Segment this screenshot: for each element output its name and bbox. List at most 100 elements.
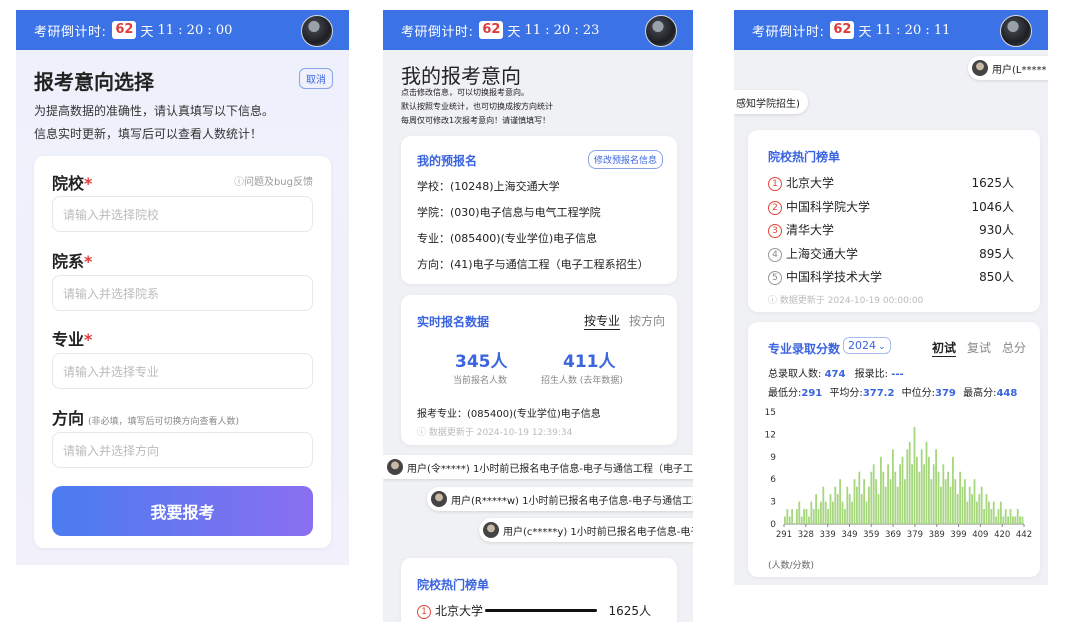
chart-bar [877, 494, 880, 524]
scores-title: 专业录取分数 [768, 342, 841, 356]
rank-row: 1 北京大学 1625人 [768, 174, 1014, 191]
activity-bubble: 用户(c*****y) 1小时前已报名电子信息-电子与 [479, 518, 693, 542]
countdown-label: 考研倒计时: [401, 24, 474, 40]
countdown-days: 62 [830, 21, 855, 39]
tab-total[interactable]: 总分 [1002, 339, 1026, 356]
activity-text: 感知学院招生) [736, 98, 800, 110]
updated-time: ⓘ 数据更新于 2024-10-19 00:00:00 [768, 296, 924, 306]
chart-bar [980, 486, 983, 524]
scores-card: 专业录取分数 2024 ⌄ 初试 复试 总分 总录取人数: 474 报录比: --… [748, 322, 1040, 577]
chart-bar [820, 501, 822, 524]
chart-bar [928, 456, 930, 524]
school-name: 北京大学 [435, 604, 484, 618]
tab-first-exam[interactable]: 初试 [932, 339, 957, 357]
activity-text: 用户(L***** [992, 64, 1047, 76]
current-count-label: 当前报名人数 [453, 376, 508, 386]
tab-by-direction[interactable]: 按方向 [629, 312, 665, 329]
avatar[interactable] [645, 15, 677, 47]
school-count: 895人 [979, 247, 1014, 261]
chart-bar [942, 464, 945, 524]
note-line-1: 点击修改信息，可以切换报考意向。 [401, 88, 529, 97]
chart-bar [961, 486, 964, 524]
tab-by-major[interactable]: 按专业 [584, 312, 621, 330]
department-input[interactable]: 请输入并选择院系 [52, 275, 313, 311]
chart-bar [935, 449, 937, 524]
rank-row: 5 中国科学技术大学 850人 [768, 268, 1014, 285]
school-count: 1625人 [608, 604, 651, 618]
chart-bar [930, 479, 933, 524]
day-unit: 天 [140, 24, 154, 40]
chart-bar [1000, 501, 1002, 524]
x-tick-label: 291 [776, 530, 792, 540]
rank-number: 5 [768, 270, 782, 285]
avg-value: 377.2 [862, 388, 895, 399]
activity-text: 用户(R*****w) 1小时前已报名电子信息-电子与通信工程 [451, 495, 693, 507]
avatar[interactable] [301, 15, 333, 47]
chart-bar [944, 479, 947, 524]
school-input[interactable]: 请输入并选择院校 [52, 196, 313, 232]
x-tick-label: 442 [1016, 530, 1032, 540]
year-select[interactable]: 2024 ⌄ [843, 337, 891, 354]
avatar[interactable] [1000, 15, 1032, 47]
chart-bar [853, 479, 856, 524]
chart-bar [952, 456, 954, 524]
major-label: 专业* [52, 326, 92, 350]
chart-bar [920, 449, 923, 524]
x-tick-label: 328 [798, 530, 814, 540]
school-count: 850人 [979, 270, 1014, 284]
user-avatar [972, 60, 988, 76]
school-label-text: 院校 [52, 174, 85, 193]
chart-bar [880, 456, 882, 524]
feedback-link[interactable]: ⓘ问题及bug反馈 [234, 173, 313, 188]
required-mark: * [84, 252, 93, 271]
chart-bar [956, 494, 959, 524]
school-name: 中国科学院大学 [786, 200, 871, 214]
page-title: 报考意向选择 [34, 70, 154, 94]
rank-item: 1 北京大学 [768, 174, 834, 191]
direction-input[interactable]: 请输入并选择方向 [52, 432, 313, 468]
chart-bar [992, 501, 995, 524]
chevron-down-icon: ⌄ [878, 342, 886, 352]
submit-button[interactable]: 我要报考 [52, 486, 313, 536]
day-unit: 天 [858, 24, 872, 40]
header-bar: 考研倒计时: 62 天 11 : 20 : 00 [16, 10, 349, 50]
chart-bar [908, 441, 911, 524]
chart-bar [947, 471, 949, 524]
x-tick-label: 389 [929, 530, 945, 540]
edit-prereg-button[interactable]: 修改预报名信息 [587, 150, 663, 169]
chart-bar [988, 501, 990, 524]
chart-bar [932, 464, 935, 524]
chart-bar [846, 486, 849, 524]
x-tick-label: 349 [841, 530, 857, 540]
chart-bar [1019, 516, 1021, 524]
chart-bar [1002, 516, 1005, 524]
header-bar: 考研倒计时: 62 天 11 : 20 : 23 [383, 10, 693, 50]
chart-bar [1021, 516, 1024, 524]
school-count: 1046人 [971, 200, 1014, 214]
chart-bar [863, 479, 865, 524]
chart-bar [911, 464, 913, 524]
score-distribution-chart: 03691215291 328 339 349 359 369 379 389 399 409 42… [765, 408, 1032, 540]
cancel-button[interactable]: 取消 [299, 68, 333, 89]
chart-bar [913, 426, 916, 524]
phone-right: 考研倒计时: 62 天 11 : 20 : 11 用户(L***** 感知学院招… [734, 10, 1048, 585]
chart-bar [892, 449, 894, 524]
major-line: 报考专业：(085400)(专业学位)电子信息 [417, 409, 601, 420]
tab-second-exam[interactable]: 复试 [967, 339, 991, 356]
realtime-title: 实时报名数据 [417, 315, 490, 329]
department-label: 院系* [52, 248, 92, 272]
activity-bubble: 用户(令*****) 1小时前已报名电子信息-电子与通信工程（电子工程系 [383, 455, 693, 479]
activity-bubble: 用户(L***** [968, 56, 1048, 80]
chart-bar [868, 486, 870, 524]
chart-bar [798, 501, 801, 524]
chart-bar [901, 456, 904, 524]
major-input[interactable]: 请输入并选择专业 [52, 353, 313, 389]
chart-bar [858, 471, 861, 524]
ratio-label: 报录比: [854, 369, 888, 380]
updated-time: ⓘ 数据更新于 2024-10-19 12:39:34 [417, 428, 573, 438]
school-name: 清华大学 [786, 223, 835, 237]
chart-bar [810, 501, 813, 524]
rank-number: 1 [417, 604, 431, 619]
y-tick-label: 9 [770, 453, 776, 463]
prereg-major: 专业：(085400)(专业学位)电子信息 [417, 232, 598, 245]
